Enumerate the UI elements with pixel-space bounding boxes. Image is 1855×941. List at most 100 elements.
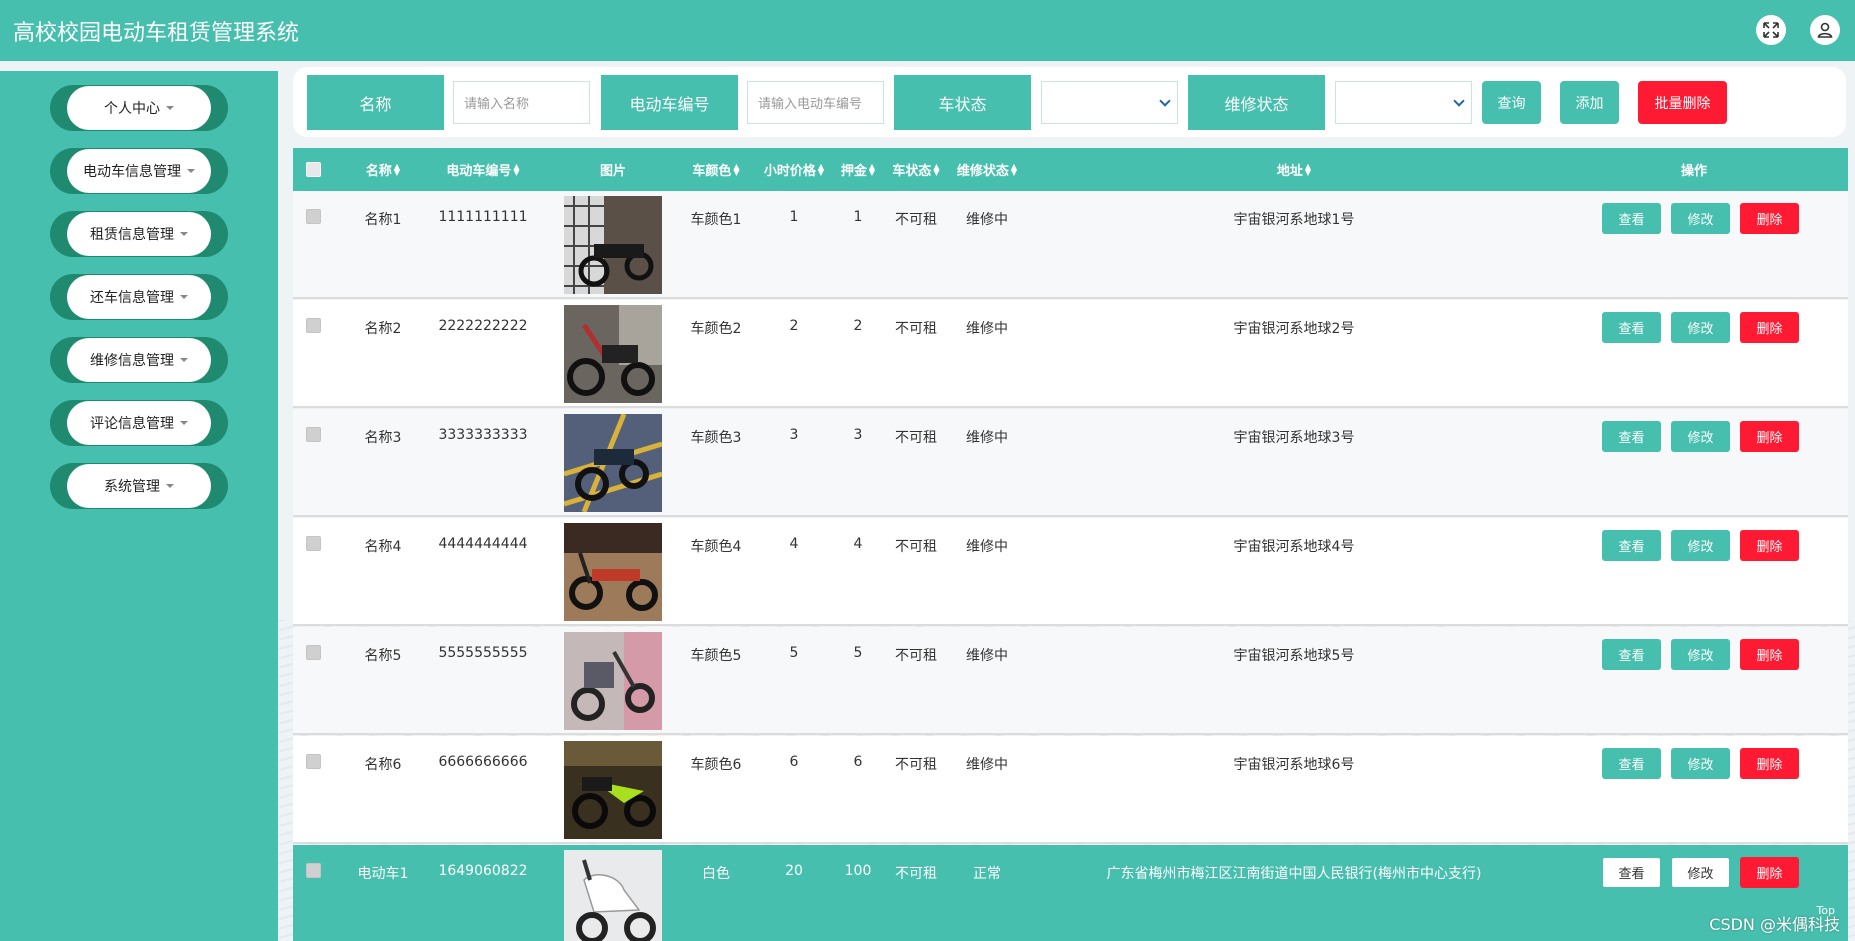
delete-button[interactable]: 删除 xyxy=(1740,203,1799,234)
chevron-down-icon xyxy=(180,232,188,236)
cell-deposit: 5 xyxy=(853,645,863,661)
select-all-checkbox[interactable] xyxy=(306,162,321,177)
sidebar-item-label: 个人中心 xyxy=(104,101,160,117)
cell-name: 名称5 xyxy=(364,648,402,664)
sidebar-item-personal-center[interactable]: 个人中心 xyxy=(50,85,228,131)
fullscreen-button[interactable] xyxy=(1756,15,1786,45)
chevron-down-icon xyxy=(187,169,195,173)
cell-address: 宇宙银河系地球5号 xyxy=(1233,648,1355,664)
row-checkbox[interactable] xyxy=(306,209,321,224)
delete-button[interactable]: 删除 xyxy=(1740,530,1799,561)
table-row: 名称2 2222222222 车颜色2 2 2 不可租 维修中 宇宙银河系地球2… xyxy=(293,300,1848,408)
cell-name: 名称6 xyxy=(364,757,402,773)
cell-address: 宇宙银河系地球1号 xyxy=(1233,212,1355,228)
view-button[interactable]: 查看 xyxy=(1602,203,1661,234)
chevron-down-icon xyxy=(1453,95,1465,107)
edit-button[interactable]: 修改 xyxy=(1671,530,1730,561)
row-checkbox[interactable] xyxy=(306,536,321,551)
ebike-image xyxy=(564,632,662,730)
name-input[interactable]: 请输入名称 xyxy=(453,81,590,124)
cell-color: 车颜色5 xyxy=(690,648,742,664)
delete-button[interactable]: 删除 xyxy=(1740,421,1799,452)
sidebar-item-comment-info[interactable]: 评论信息管理 xyxy=(50,400,228,446)
col-price[interactable]: 小时价格 ▲ ▼ xyxy=(759,148,829,191)
col-color[interactable]: 车颜色 ▲ ▼ xyxy=(673,148,759,191)
edit-button[interactable]: 修改 xyxy=(1671,748,1730,779)
edit-button[interactable]: 修改 xyxy=(1671,639,1730,670)
sidebar-item-repair-info[interactable]: 维修信息管理 xyxy=(50,337,228,383)
sort-icon: ▲ ▼ xyxy=(513,161,520,177)
view-button[interactable]: 查看 xyxy=(1602,748,1661,779)
col-name[interactable]: 名称 ▲ ▼ xyxy=(343,148,423,191)
col-status[interactable]: 车状态 ▲ ▼ xyxy=(887,148,945,191)
cell-address: 广东省梅州市梅江区江南街道中国人民银行(梅州市中心支行) xyxy=(1106,866,1482,882)
view-button[interactable]: 查看 xyxy=(1602,312,1661,343)
cell-color: 车颜色6 xyxy=(690,757,742,773)
row-checkbox[interactable] xyxy=(306,427,321,442)
view-button[interactable]: 查看 xyxy=(1602,857,1661,888)
cell-repair: 维修中 xyxy=(966,430,1008,446)
row-checkbox[interactable] xyxy=(306,318,321,333)
table-row: 名称6 6666666666 车颜色6 6 6 不可租 维修中 宇宙银河系地球6… xyxy=(293,736,1848,844)
cell-price: 6 xyxy=(789,754,799,770)
cell-name: 名称4 xyxy=(364,539,402,555)
col-repair[interactable]: 维修状态 ▲ ▼ xyxy=(945,148,1029,191)
table-row: 电动车1 1649060822 白色 20 100 不可租 正常 广东省梅州市梅… xyxy=(293,845,1848,941)
delete-button[interactable]: 删除 xyxy=(1740,748,1799,779)
row-checkbox[interactable] xyxy=(306,645,321,660)
ebike-image xyxy=(564,523,662,621)
cell-repair: 维修中 xyxy=(966,757,1008,773)
delete-button[interactable]: 删除 xyxy=(1740,639,1799,670)
user-button[interactable] xyxy=(1810,15,1840,45)
cell-code: 1649060822 xyxy=(438,863,528,879)
name-label: 名称 xyxy=(307,75,444,130)
sidebar-item-system[interactable]: 系统管理 xyxy=(50,463,228,509)
view-button[interactable]: 查看 xyxy=(1602,639,1661,670)
batch-delete-button[interactable]: 批量删除 xyxy=(1638,81,1727,124)
query-button[interactable]: 查询 xyxy=(1482,81,1541,124)
add-button[interactable]: 添加 xyxy=(1560,81,1619,124)
ebike-image xyxy=(564,741,662,839)
row-checkbox[interactable] xyxy=(306,754,321,769)
sort-icon: ▲ ▼ xyxy=(933,161,940,177)
col-deposit[interactable]: 押金 ▲ ▼ xyxy=(829,148,887,191)
chevron-down-icon xyxy=(180,295,188,299)
cell-name: 名称3 xyxy=(364,430,402,446)
cell-name: 名称2 xyxy=(364,321,402,337)
delete-button[interactable]: 删除 xyxy=(1740,857,1799,888)
sidebar: 个人中心 电动车信息管理 租赁信息管理 还车信息管理 维修信息管理 评论信息管理… xyxy=(0,71,278,941)
sidebar-item-rental-info[interactable]: 租赁信息管理 xyxy=(50,211,228,257)
edit-button[interactable]: 修改 xyxy=(1671,857,1730,888)
status-select[interactable] xyxy=(1041,81,1178,124)
sort-icon: ▲ ▼ xyxy=(868,161,876,177)
repair-label: 维修状态 xyxy=(1188,75,1325,130)
sidebar-item-label: 还车信息管理 xyxy=(90,290,174,306)
cell-address: 宇宙银河系地球3号 xyxy=(1233,430,1355,446)
delete-button[interactable]: 删除 xyxy=(1740,312,1799,343)
view-button[interactable]: 查看 xyxy=(1602,421,1661,452)
table-row: 名称4 4444444444 车颜色4 4 4 不可租 维修中 宇宙银河系地球4… xyxy=(293,518,1848,626)
repair-select[interactable] xyxy=(1335,81,1472,124)
edit-button[interactable]: 修改 xyxy=(1671,203,1730,234)
cell-repair: 维修中 xyxy=(966,212,1008,228)
edit-button[interactable]: 修改 xyxy=(1671,312,1730,343)
sidebar-item-return-info[interactable]: 还车信息管理 xyxy=(50,274,228,320)
row-checkbox[interactable] xyxy=(306,863,321,878)
cell-address: 宇宙银河系地球2号 xyxy=(1233,321,1355,337)
cell-price: 4 xyxy=(789,536,799,552)
ebike-image xyxy=(564,850,662,941)
col-address[interactable]: 地址 ▲ ▼ xyxy=(1029,148,1559,191)
cell-address: 宇宙银河系地球6号 xyxy=(1233,757,1355,773)
cell-repair: 维修中 xyxy=(966,648,1008,664)
col-image: 图片 xyxy=(599,164,626,179)
sidebar-item-ebike-info[interactable]: 电动车信息管理 xyxy=(50,148,228,194)
edit-button[interactable]: 修改 xyxy=(1671,421,1730,452)
code-input[interactable]: 请输入电动车编号 xyxy=(747,81,884,124)
cell-color: 车颜色2 xyxy=(690,321,742,337)
cell-name: 电动车1 xyxy=(357,866,409,882)
cell-deposit: 6 xyxy=(853,754,863,770)
col-code[interactable]: 电动车编号 ▲ ▼ xyxy=(423,148,543,191)
cell-color: 车颜色1 xyxy=(690,212,742,228)
view-button[interactable]: 查看 xyxy=(1602,530,1661,561)
sidebar-item-label: 维修信息管理 xyxy=(90,353,174,369)
